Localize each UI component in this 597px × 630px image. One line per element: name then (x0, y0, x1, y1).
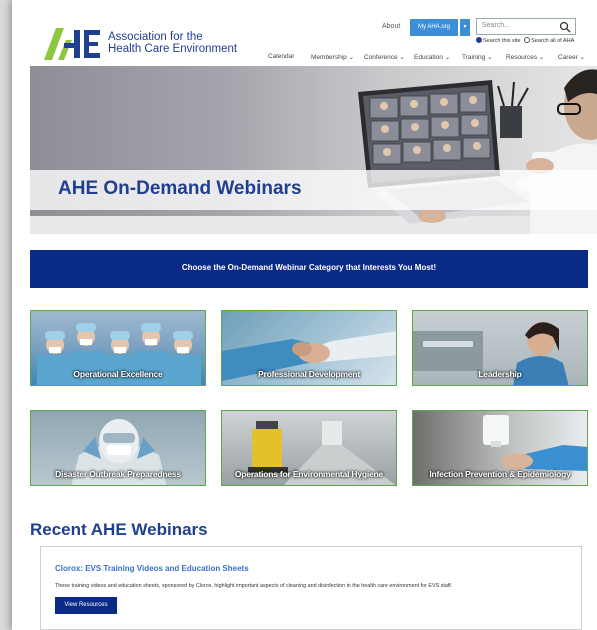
radio-this-site[interactable] (476, 37, 482, 43)
ahe-logo[interactable]: Association for the Health Care Environm… (44, 26, 237, 62)
logo-line-1: Association for the (108, 31, 203, 43)
search-scope: Search this site Search all of AHA (476, 37, 574, 44)
chevron-down-icon[interactable]: ▾ (460, 19, 470, 36)
about-link[interactable]: About (382, 23, 400, 30)
logo-line-2: Health Care Environment (108, 43, 238, 55)
webinar-card-title[interactable]: Clorox: EVS Training Videos and Educatio… (55, 564, 249, 573)
webinar-card-description: These training videos and education shee… (55, 583, 453, 589)
category-prompt-banner: Choose the On-Demand Webinar Category th… (30, 250, 588, 288)
view-resources-button[interactable]: View Resources (55, 597, 117, 614)
search-icon[interactable] (559, 21, 571, 33)
ahe-logo-mark (44, 28, 100, 60)
category-tile-leadership[interactable]: Leadership (412, 310, 588, 386)
nav-item-training[interactable]: Training ⌄ (462, 53, 493, 61)
hero-banner: AHE On-Demand Webinars (30, 66, 597, 234)
category-label: Operational Excellence (73, 369, 163, 379)
category-tile-operations-environmental-hygiene[interactable]: Operations for Environmental Hygiene (221, 410, 397, 486)
site-header: Association for the Health Care Environm… (12, 0, 597, 66)
nav-item-career[interactable]: Career ⌄ (558, 53, 585, 61)
scope-this-site-label: Search this site (483, 38, 521, 44)
nav-item-resources[interactable]: Resources ⌄ (506, 53, 544, 61)
nav-item-education[interactable]: Education ⌄ (414, 53, 450, 61)
category-label: Disaster Outbreak Preparedness (55, 469, 181, 479)
recent-webinars-heading: Recent AHE Webinars (30, 520, 208, 539)
nav-item-calendar[interactable]: Calendar (268, 53, 294, 60)
category-tile-infection-prevention-epidemiology[interactable]: Infection Prevention & Epidemiology (412, 410, 588, 486)
webinar-card: Clorox: EVS Training Videos and Educatio… (40, 546, 582, 630)
category-label: Infection Prevention & Epidemiology (429, 469, 571, 479)
my-aha-button[interactable]: My AHA.org (410, 19, 458, 36)
category-tile-disaster-outbreak-preparedness[interactable]: Disaster Outbreak Preparedness (30, 410, 206, 486)
page: Association for the Health Care Environm… (12, 0, 597, 630)
search-placeholder: Search... (482, 22, 511, 29)
category-tile-operational-excellence[interactable]: Operational Excellence (30, 310, 206, 386)
category-label: Operations for Environmental Hygiene (234, 469, 384, 479)
nav-item-conference[interactable]: Conference ⌄ (364, 53, 405, 61)
radio-all-aha[interactable] (524, 37, 531, 43)
page-title: AHE On-Demand Webinars (58, 178, 302, 199)
logo-wordmark: Association for the Health Care Environm… (108, 31, 237, 55)
category-prompt-text: Choose the On-Demand Webinar Category th… (181, 263, 437, 272)
nav-item-membership[interactable]: Membership ⌄ (311, 53, 354, 61)
scope-all-aha-label: Search all of AHA (531, 38, 575, 44)
utility-bar: About My AHA.org ▾ Search... Search this… (382, 18, 597, 44)
search-input[interactable]: Search... (476, 18, 576, 35)
category-label: Leadership (478, 369, 522, 379)
category-tile-professional-development[interactable]: Professional Development (221, 310, 397, 386)
category-label: Professional Development (258, 369, 360, 379)
